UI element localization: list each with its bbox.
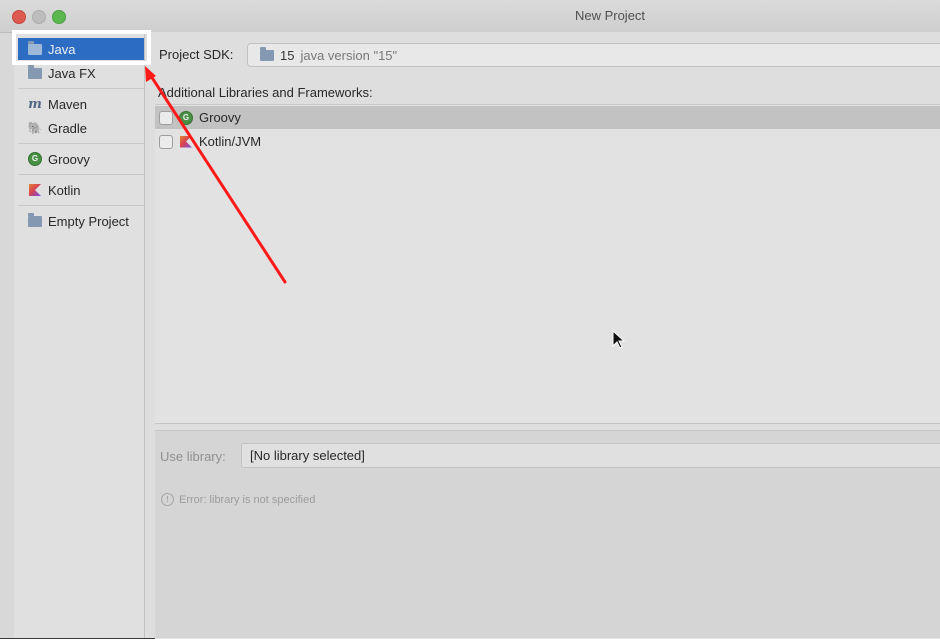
sidebar-item-maven[interactable]: m Maven [18, 93, 144, 115]
groovy-icon: G [179, 110, 193, 125]
sidebar-item-javafx[interactable]: Java FX [18, 62, 144, 84]
sidebar-item-label: Maven [48, 96, 88, 112]
sidebar-item-label: Empty Project [48, 213, 129, 229]
sidebar-divider [18, 143, 144, 144]
library-label: Groovy [199, 110, 241, 125]
maven-icon: m [28, 96, 42, 112]
sidebar-item-label: Kotlin [48, 182, 81, 198]
sidebar-divider [18, 88, 144, 89]
sidebar-item-label: Java FX [48, 65, 96, 81]
sidebar-item-gradle[interactable]: 🐘 Gradle [18, 117, 144, 139]
folder-icon [28, 212, 42, 228]
use-library-label: Use library: [160, 449, 226, 464]
folder-icon [260, 46, 274, 62]
library-row-kotlin-jvm[interactable]: Kotlin/JVM [155, 130, 940, 153]
library-settings-area: Use library: [No library selected] ! Err… [155, 430, 940, 639]
sidebar-divider [18, 174, 144, 175]
sidebar-item-label: Java [48, 41, 76, 57]
folder-icon [28, 40, 42, 56]
sidebar-item-groovy[interactable]: G Groovy [18, 148, 144, 170]
project-type-sidebar: Java Java FX m Maven 🐘 Gradle G Groovy K… [14, 32, 145, 638]
mouse-cursor-icon [612, 330, 626, 349]
sidebar-item-kotlin[interactable]: Kotlin [18, 179, 144, 201]
sidebar-item-java[interactable]: Java [18, 38, 144, 60]
error-message: ! Error: library is not specified [161, 493, 315, 506]
main-panel: Project SDK: 15 java version "15" Additi… [145, 32, 940, 639]
gradle-icon: 🐘 [27, 121, 43, 135]
use-library-value: [No library selected] [250, 448, 365, 463]
sidebar-item-label: Gradle [48, 120, 88, 136]
kotlin-jvm-checkbox[interactable] [159, 134, 173, 149]
window-title: New Project [574, 8, 646, 23]
groovy-icon: G [28, 152, 42, 166]
groovy-checkbox[interactable] [159, 110, 173, 125]
title-bar: New Project [0, 0, 940, 33]
kotlin-icon [179, 135, 193, 149]
use-library-dropdown[interactable]: [No library selected] [241, 443, 940, 468]
project-sdk-dropdown[interactable]: 15 java version "15" [247, 43, 940, 67]
folder-icon [28, 64, 42, 80]
sidebar-item-empty-project[interactable]: Empty Project [18, 210, 144, 232]
new-project-window: New Project Java Java FX m Maven 🐘 Gradl… [0, 0, 940, 639]
libraries-list: G Groovy Kotlin/JVM [155, 104, 940, 424]
kotlin-icon [28, 183, 42, 197]
error-text: Error: library is not specified [179, 493, 316, 506]
sdk-number: 15 [280, 47, 295, 63]
libraries-frameworks-label: Additional Libraries and Frameworks: [158, 85, 373, 100]
library-label: Kotlin/JVM [199, 134, 262, 149]
library-row-groovy[interactable]: G Groovy [155, 106, 940, 129]
sidebar-item-label: Groovy [48, 151, 90, 167]
project-sdk-label: Project SDK: [159, 47, 234, 62]
sdk-version: java version "15" [300, 47, 398, 63]
sidebar-divider [18, 205, 144, 206]
error-icon: ! [161, 493, 174, 506]
